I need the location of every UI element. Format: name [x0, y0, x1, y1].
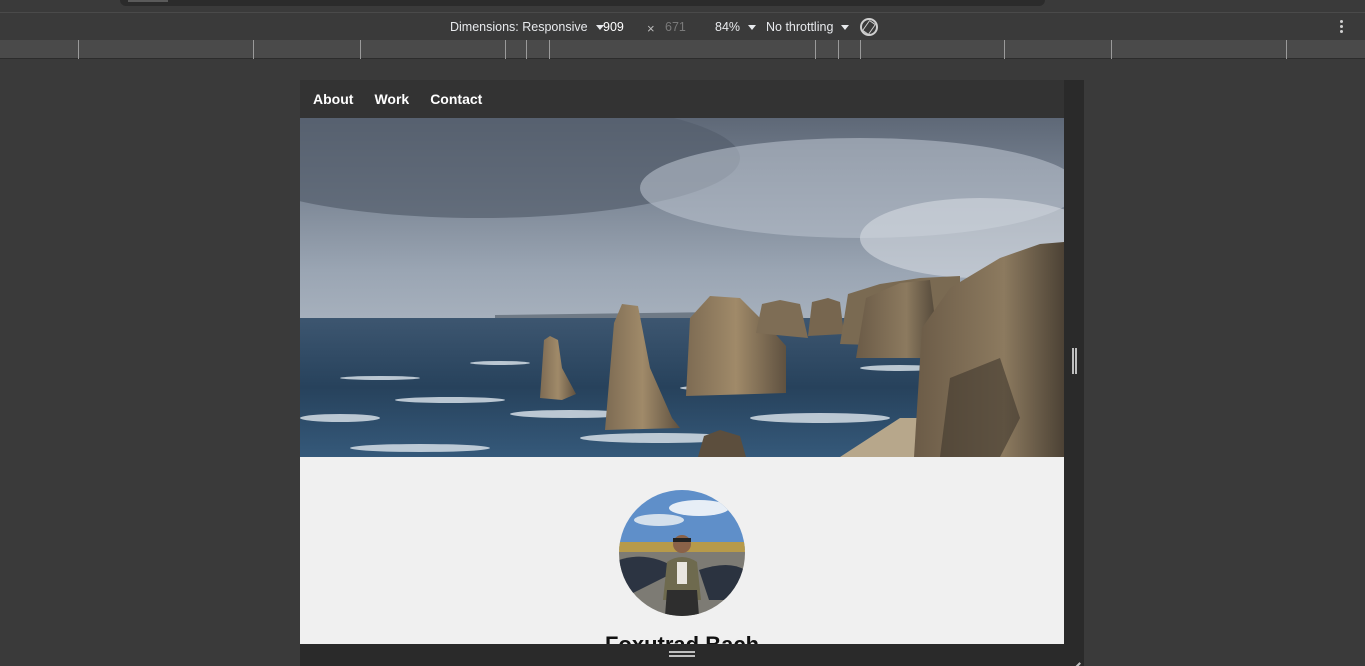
- nav-link-about[interactable]: About: [313, 91, 353, 107]
- site-nav: About Work Contact: [300, 80, 1064, 118]
- page-viewport: About Work Contact: [300, 80, 1064, 644]
- times-icon: ×: [647, 21, 655, 36]
- width-input[interactable]: 909: [603, 20, 624, 34]
- throttling-dropdown[interactable]: No throttling: [766, 20, 850, 34]
- throttling-label: No throttling: [766, 20, 834, 34]
- ruler-tick[interactable]: [360, 40, 361, 59]
- grip-icon: [669, 651, 695, 657]
- caret-down-icon: [841, 24, 850, 30]
- height-input[interactable]: 671: [665, 20, 686, 34]
- ruler-tick[interactable]: [253, 40, 254, 59]
- address-bar-remnant: [120, 0, 1045, 6]
- nav-link-contact[interactable]: Contact: [430, 91, 482, 107]
- browser-top-strip: [0, 0, 1365, 12]
- nav-link-work[interactable]: Work: [374, 91, 409, 107]
- device-frame: About Work Contact: [300, 80, 1084, 666]
- hero-image: [300, 118, 1064, 457]
- ruler-tick[interactable]: [815, 40, 816, 59]
- ruler-tick[interactable]: [505, 40, 506, 59]
- height-value: 671: [665, 20, 686, 34]
- grip-icon: [1072, 348, 1077, 374]
- profile-name: Foxutrad Bach: [300, 632, 1064, 644]
- ruler-tick[interactable]: [526, 40, 527, 59]
- resize-handle-right[interactable]: [1064, 80, 1084, 644]
- profile-photo: [619, 490, 745, 616]
- dimensions-dropdown[interactable]: Dimensions: Responsive: [450, 20, 604, 34]
- tab-remnant: [128, 0, 168, 2]
- device-toolbar: Dimensions: Responsive 909 × 671 84% No …: [0, 12, 1365, 40]
- coastal-cliffs-image: [300, 118, 1064, 457]
- resize-corner-icon[interactable]: [1068, 651, 1080, 663]
- ruler-tick[interactable]: [1286, 40, 1287, 59]
- rotate-icon[interactable]: [860, 18, 878, 36]
- caret-down-icon: [748, 24, 757, 30]
- ruler-tick[interactable]: [1004, 40, 1005, 59]
- media-query-ruler[interactable]: [0, 40, 1365, 59]
- ruler-tick[interactable]: [838, 40, 839, 59]
- resize-handle-bottom[interactable]: [300, 644, 1084, 666]
- times-sign: ×: [647, 21, 655, 36]
- width-value: 909: [603, 20, 624, 34]
- zoom-dropdown[interactable]: 84%: [715, 20, 757, 34]
- ruler-tick[interactable]: [860, 40, 861, 59]
- ruler-tick[interactable]: [1111, 40, 1112, 59]
- kebab-menu-icon[interactable]: [1340, 20, 1344, 34]
- zoom-label: 84%: [715, 20, 741, 34]
- dimensions-label: Dimensions: Responsive: [450, 20, 588, 34]
- avatar: [619, 490, 745, 616]
- ruler-tick[interactable]: [78, 40, 79, 59]
- ruler-tick[interactable]: [549, 40, 550, 59]
